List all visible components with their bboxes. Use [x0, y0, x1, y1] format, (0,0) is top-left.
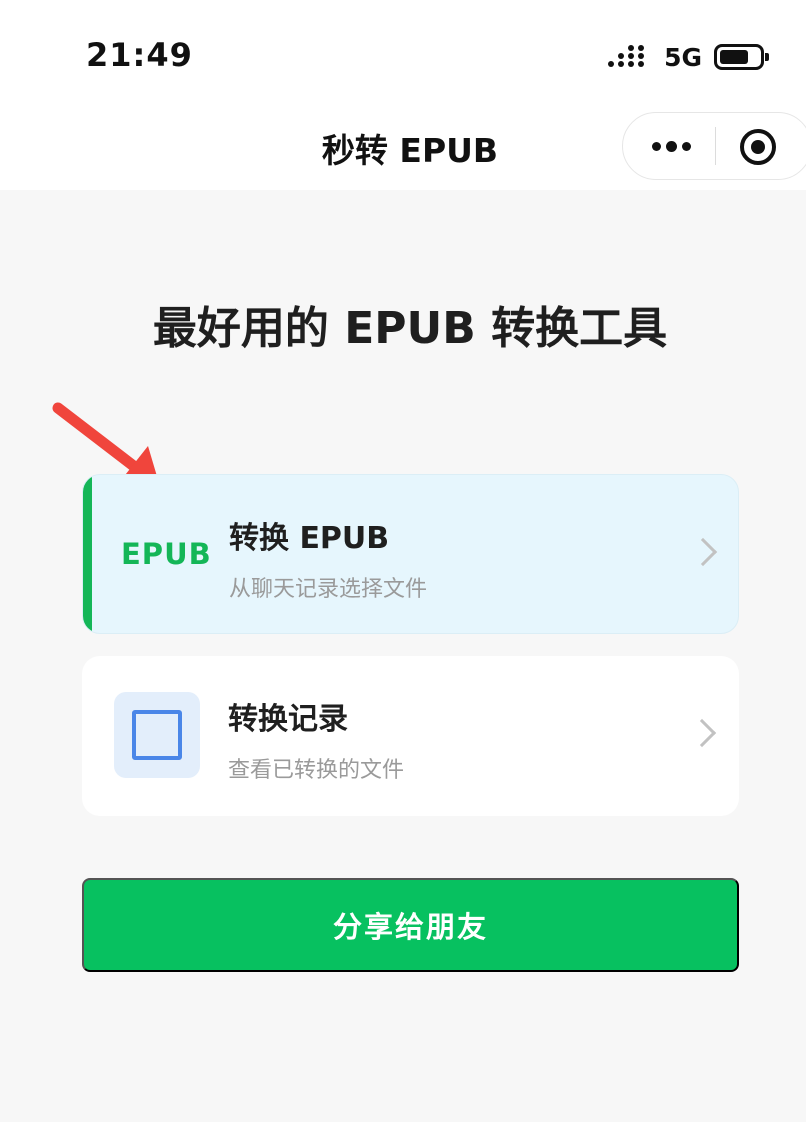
card-accent-bar	[83, 475, 92, 633]
epub-logo: EPUB	[121, 537, 212, 571]
battery-icon	[714, 44, 769, 70]
convert-epub-title: 转换 EPUB	[229, 521, 390, 556]
signal-icon	[608, 43, 652, 71]
page-headline: 最好用的 EPUB 转换工具	[152, 303, 668, 354]
convert-epub-card[interactable]: EPUB 转换 EPUB 从聊天记录选择文件	[82, 474, 739, 634]
more-options-icon[interactable]	[649, 113, 693, 179]
conversion-history-card[interactable]: 转换记录 查看已转换的文件	[82, 656, 739, 816]
share-to-friends-button[interactable]: 分享给朋友	[82, 878, 739, 972]
status-indicators: 5G	[608, 40, 769, 74]
conversion-history-subtitle: 查看已转换的文件	[228, 758, 405, 783]
close-target-icon[interactable]	[740, 129, 776, 165]
capsule-divider	[715, 127, 716, 165]
conversion-history-title: 转换记录	[228, 702, 348, 737]
status-time: 21:49	[86, 36, 193, 74]
mini-program-capsule	[622, 112, 806, 180]
chevron-right-icon	[688, 537, 718, 567]
history-icon	[114, 692, 200, 778]
chevron-right-icon	[687, 718, 717, 748]
convert-epub-subtitle: 从聊天记录选择文件	[229, 577, 428, 602]
network-label: 5G	[664, 42, 702, 72]
